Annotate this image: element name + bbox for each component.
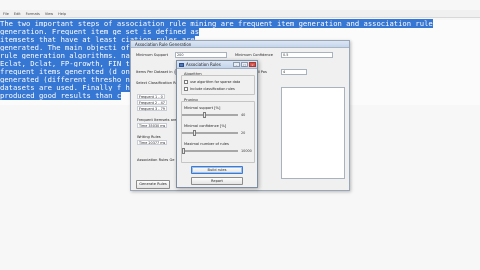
window-controls: – □ × [233,62,256,67]
slider-thumb[interactable] [182,148,185,154]
minimize-icon[interactable]: – [233,62,240,67]
minimum-support-input[interactable]: 200 [175,52,227,58]
desktop-screen: File Edit Formats View Help The two impo… [0,0,480,270]
min-confidence-value: 20 [241,131,246,135]
classification-rules-label: Include classification rules [190,87,235,91]
menu-view[interactable]: View [45,12,53,16]
app-icon [179,63,184,67]
dialog-title: Association Rules [186,62,221,67]
frequent-list-item[interactable]: Frequent 1 - 0 [137,94,165,99]
frequent-list-item[interactable]: Frequent 3 - 79 [137,106,167,111]
sparse-data-checkbox[interactable]: use algorithm for sparse data [184,80,240,84]
classifications-label: Select Classification Res [136,81,180,85]
algorithm-group [181,75,255,95]
max-rules-value: 10000 [241,149,252,153]
slider-track [182,150,238,152]
maximize-icon[interactable]: □ [241,62,248,67]
checkbox-box[interactable] [184,87,188,91]
menu-file[interactable]: File [3,12,9,16]
slider-track [182,132,238,134]
frequent-itemsets-label: Frequent Itemsets are [137,118,177,122]
slider-thumb[interactable] [203,112,206,118]
classification-rules-checkbox[interactable]: Include classification rules [184,87,235,91]
association-rules-dialog: Association Rules – □ × Algorithm use al… [176,60,258,188]
minimum-support-label: Minimum Support [136,53,169,57]
generate-rules-button[interactable]: Generate Rules [136,180,170,189]
rules-generated-label: Association Rules Ge [137,158,175,162]
text-line: produced good results than c [0,91,122,100]
frequent-list-item[interactable]: Frequent 2 - 47 [137,100,167,105]
menu-edit[interactable]: Edit [14,12,21,16]
rules-output-listbox[interactable] [281,87,345,179]
max-rules-slider[interactable] [182,148,238,154]
prefix-input[interactable]: 4 [281,69,307,75]
slider-track [182,114,238,116]
editor-menu-bar: File Edit Formats View Help [0,10,480,18]
min-confidence-label: Minimal confidence [%] [184,124,227,128]
writing-rules-label: Writing Rules [137,135,161,139]
slider-thumb[interactable] [193,130,196,136]
menu-formats[interactable]: Formats [26,12,40,16]
checkbox-box[interactable] [184,80,188,84]
frequent-time-label: Time 35030 ms [137,123,168,128]
min-confidence-slider[interactable] [182,130,238,136]
sparse-data-label: use algorithm for sparse data [190,80,241,84]
build-rules-button[interactable]: Build rules [191,166,243,174]
min-support-value: 40 [241,113,246,117]
min-support-label: Minimal support [%] [184,106,221,110]
report-button[interactable]: Report [191,177,243,185]
max-rules-label: Maximal number of rules [184,142,229,146]
writing-time-label: Time 20377 ms [137,140,168,145]
min-support-slider[interactable] [182,112,238,118]
close-icon[interactable]: × [249,62,256,67]
dialog-title-bar[interactable]: Association Rules – □ × [177,61,257,69]
minimum-confidence-input[interactable]: 0.5 [281,52,333,58]
menu-help[interactable]: Help [58,12,66,16]
minimum-confidence-label: Minimum Confidence [235,53,274,57]
main-window-title[interactable]: Association Rule Generation [131,41,349,48]
